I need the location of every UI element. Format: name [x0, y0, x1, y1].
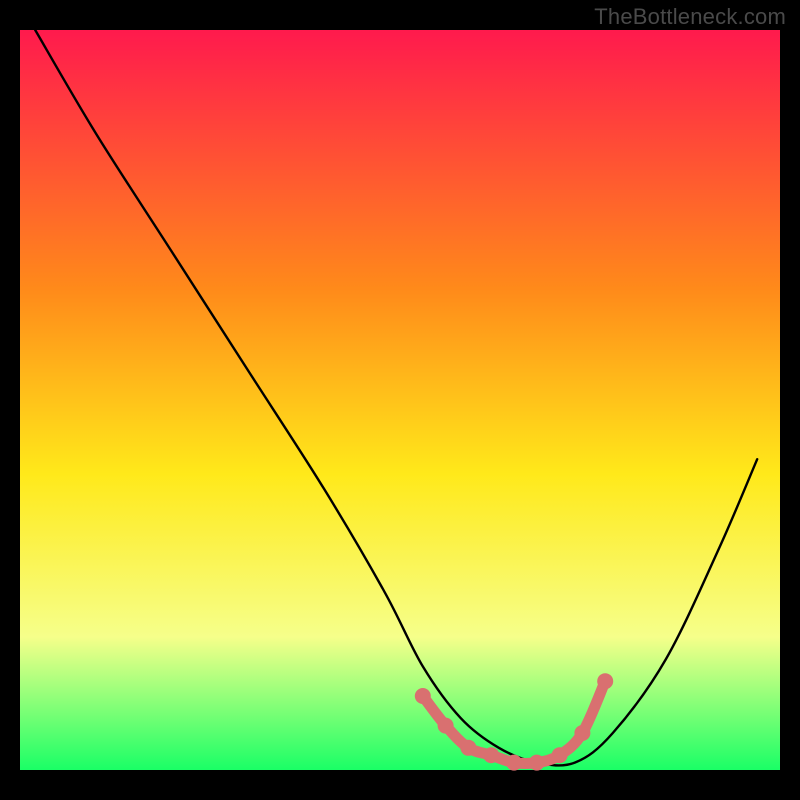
- overlay-dot: [597, 673, 613, 689]
- watermark-text: TheBottleneck.com: [594, 4, 786, 30]
- overlay-dot: [529, 755, 545, 771]
- overlay-dot: [438, 718, 454, 734]
- bottleneck-chart: [0, 0, 800, 800]
- chart-container: { "watermark": "TheBottleneck.com", "col…: [0, 0, 800, 800]
- overlay-dot: [415, 688, 431, 704]
- overlay-dot: [552, 747, 568, 763]
- overlay-dot: [574, 725, 590, 741]
- overlay-dot: [483, 747, 499, 763]
- overlay-dot: [506, 755, 522, 771]
- overlay-dot: [460, 740, 476, 756]
